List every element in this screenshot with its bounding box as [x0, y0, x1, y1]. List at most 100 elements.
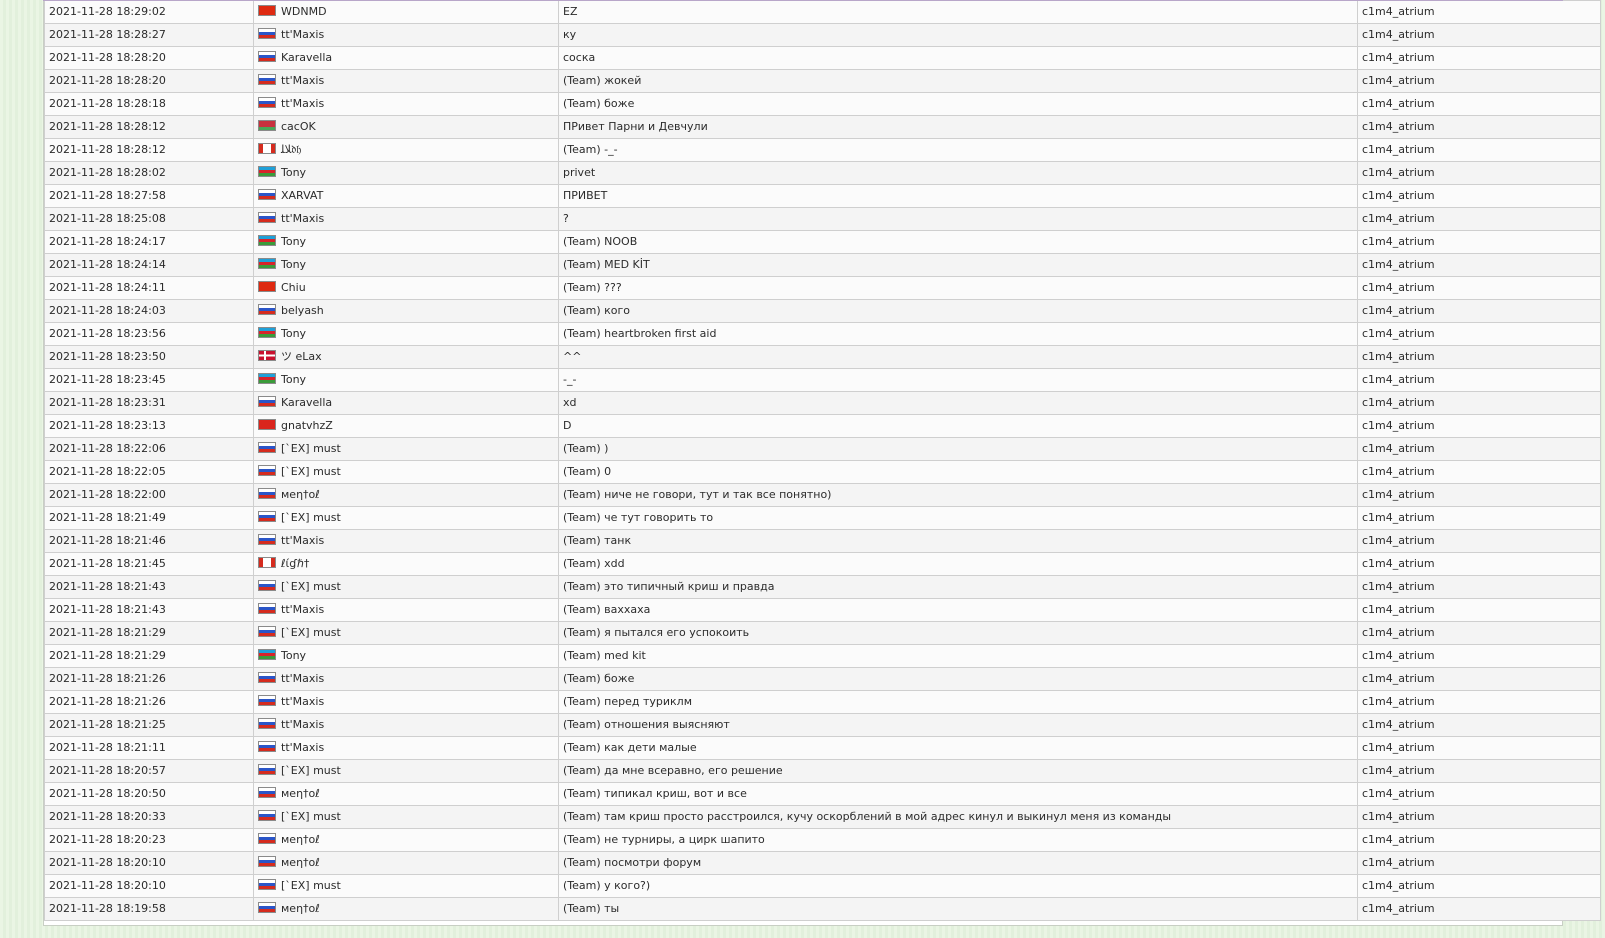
player-cell[interactable]: Karavella — [253, 391, 559, 415]
player-name[interactable]: Chiu — [281, 281, 306, 294]
player-cell[interactable]: tt'Maxis — [253, 69, 559, 93]
player-cell[interactable]: tt'Maxis — [253, 23, 559, 47]
player-name[interactable]: Tony — [281, 258, 306, 271]
player-name[interactable]: gnatvhzZ — [281, 419, 333, 432]
player-name[interactable]: Tony — [281, 166, 306, 179]
player-cell[interactable]: [`EX] must — [253, 874, 559, 898]
player-cell[interactable]: cacOK — [253, 115, 559, 139]
player-name[interactable]: tt'Maxis — [281, 741, 324, 754]
player-name[interactable]: tt'Maxis — [281, 97, 324, 110]
player-cell[interactable]: tt'Maxis — [253, 207, 559, 231]
message-cell: (Team) 0 — [558, 460, 1358, 484]
player-name[interactable]: XARVAT — [281, 189, 323, 202]
player-name[interactable]: tt'Maxis — [281, 603, 324, 616]
player-name[interactable]: Tony — [281, 327, 306, 340]
player-cell[interactable]: ℓίɠℏ† — [253, 552, 559, 576]
player-name[interactable]: ツ eLax — [281, 350, 322, 363]
player-name[interactable]: Karavella — [281, 51, 332, 64]
player-name[interactable]: tt'Maxis — [281, 718, 324, 731]
player-cell[interactable]: мeη†oℓ — [253, 851, 559, 875]
player-name[interactable]: [`EX] must — [281, 442, 341, 455]
player-cell[interactable]: Chiu — [253, 276, 559, 300]
player-cell[interactable]: Tony — [253, 230, 559, 254]
timestamp-cell: 2021-11-28 18:23:50 — [44, 345, 254, 369]
player-name[interactable]: Tony — [281, 235, 306, 248]
player-name[interactable]: [`EX] must — [281, 465, 341, 478]
player-name[interactable]: [`EX] must — [281, 764, 341, 777]
player-cell[interactable]: [`EX] must — [253, 460, 559, 484]
table-row: 2021-11-28 18:20:10 мeη†oℓ (Team) посмот… — [44, 851, 1601, 875]
flag-ru-icon — [258, 74, 276, 85]
player-cell[interactable]: tt'Maxis — [253, 713, 559, 737]
player-cell[interactable]: tt'Maxis — [253, 598, 559, 622]
player-name[interactable]: tt'Maxis — [281, 672, 324, 685]
player-name[interactable]: Tony — [281, 649, 306, 662]
player-cell[interactable]: Tony — [253, 322, 559, 346]
player-name[interactable]: Karavella — [281, 396, 332, 409]
flag-ru-icon — [258, 764, 276, 775]
player-cell[interactable]: Tony — [253, 253, 559, 277]
player-cell[interactable]: tt'Maxis — [253, 690, 559, 714]
message-cell: xd — [558, 391, 1358, 415]
player-cell[interactable]: ツ eLax — [253, 345, 559, 369]
map-cell: c1m4_atrium — [1357, 253, 1601, 277]
player-cell[interactable]: WDNMD — [253, 0, 559, 24]
message-cell: (Team) да мне всеравно, его решение — [558, 759, 1358, 783]
message-cell: (Team) я пытался его успокоить — [558, 621, 1358, 645]
player-cell[interactable]: мeη†oℓ — [253, 828, 559, 852]
player-name[interactable]: мeη†oℓ — [281, 833, 320, 846]
player-cell[interactable]: belyash — [253, 299, 559, 323]
table-row: 2021-11-28 18:24:11 Chiu (Team) ??? c1m4… — [44, 276, 1601, 300]
player-name[interactable]: ℓίɠℏ† — [281, 557, 309, 570]
table-row: 2021-11-28 18:23:31 Karavella xd c1m4_at… — [44, 391, 1601, 415]
player-cell[interactable]: мeη†oℓ — [253, 897, 559, 921]
player-name[interactable]: [`EX] must — [281, 810, 341, 823]
flag-ru-icon — [258, 97, 276, 108]
player-cell[interactable]: [`EX] must — [253, 506, 559, 530]
player-name[interactable]: мeη†oℓ — [281, 488, 320, 501]
player-name[interactable]: tt'Maxis — [281, 212, 324, 225]
player-name[interactable]: [`EX] must — [281, 580, 341, 593]
player-name[interactable]: tt'Maxis — [281, 534, 324, 547]
player-name[interactable]: мeη†oℓ — [281, 787, 320, 800]
timestamp-cell: 2021-11-28 18:21:43 — [44, 575, 254, 599]
map-cell: c1m4_atrium — [1357, 299, 1601, 323]
player-name[interactable]: cacOK — [281, 120, 316, 133]
timestamp-cell: 2021-11-28 18:28:12 — [44, 138, 254, 162]
player-cell[interactable]: мeη†oℓ — [253, 782, 559, 806]
player-cell[interactable]: gnatvhzZ — [253, 414, 559, 438]
timestamp-cell: 2021-11-28 18:19:58 — [44, 897, 254, 921]
message-cell: (Team) xdd — [558, 552, 1358, 576]
player-cell[interactable]: Tony — [253, 161, 559, 185]
player-cell[interactable]: tt'Maxis — [253, 92, 559, 116]
player-name[interactable]: tt'Maxis — [281, 28, 324, 41]
player-name[interactable]: WDNMD — [281, 5, 327, 18]
player-cell[interactable]: [`EX] must — [253, 575, 559, 599]
timestamp-cell: 2021-11-28 18:23:56 — [44, 322, 254, 346]
player-cell[interactable]: [`EX] must — [253, 805, 559, 829]
player-name[interactable]: belyash — [281, 304, 324, 317]
player-name[interactable]: ﻼﻠ𝔡𝔥 — [281, 143, 301, 156]
player-cell[interactable]: Tony — [253, 368, 559, 392]
player-cell[interactable]: ﻼﻠ𝔡𝔥 — [253, 138, 559, 162]
player-cell[interactable]: XARVAT — [253, 184, 559, 208]
player-cell[interactable]: [`EX] must — [253, 759, 559, 783]
player-name[interactable]: мeη†oℓ — [281, 902, 320, 915]
table-row: 2021-11-28 18:21:29 [`EX] must (Team) я … — [44, 621, 1601, 645]
player-name[interactable]: tt'Maxis — [281, 695, 324, 708]
player-name[interactable]: [`EX] must — [281, 879, 341, 892]
player-cell[interactable]: Tony — [253, 644, 559, 668]
player-cell[interactable]: tt'Maxis — [253, 667, 559, 691]
player-name[interactable]: [`EX] must — [281, 511, 341, 524]
player-cell[interactable]: Karavella — [253, 46, 559, 70]
player-cell[interactable]: [`EX] must — [253, 621, 559, 645]
player-cell[interactable]: [`EX] must — [253, 437, 559, 461]
player-cell[interactable]: мeη†oℓ — [253, 483, 559, 507]
timestamp-cell: 2021-11-28 18:21:45 — [44, 552, 254, 576]
player-name[interactable]: tt'Maxis — [281, 74, 324, 87]
player-cell[interactable]: tt'Maxis — [253, 529, 559, 553]
player-cell[interactable]: tt'Maxis — [253, 736, 559, 760]
player-name[interactable]: мeη†oℓ — [281, 856, 320, 869]
player-name[interactable]: [`EX] must — [281, 626, 341, 639]
player-name[interactable]: Tony — [281, 373, 306, 386]
